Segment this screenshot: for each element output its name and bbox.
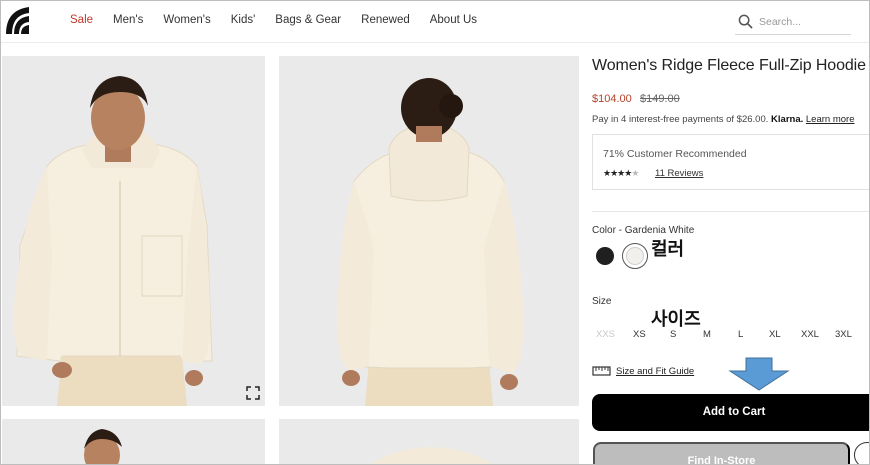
find-in-store-button[interactable]: Find In-Store bbox=[593, 442, 850, 464]
star-empty-icon: ★ bbox=[631, 168, 639, 178]
section-divider bbox=[592, 211, 869, 212]
nav-item-renewed[interactable]: Renewed bbox=[361, 14, 410, 26]
product-title: Women's Ridge Fleece Full-Zip Hoodie bbox=[592, 57, 866, 74]
size-selector: XXS XS S M L XL XXL 3XL bbox=[592, 329, 869, 343]
model-detail-illustration bbox=[2, 419, 265, 464]
main-nav: Sale Men's Women's Kids' Bags & Gear Ren… bbox=[70, 14, 497, 26]
chat-icon[interactable] bbox=[854, 442, 869, 464]
klarna-logo: Klarna. bbox=[771, 114, 804, 125]
size-option-xxl[interactable]: XXL bbox=[801, 329, 819, 340]
nav-item-kids[interactable]: Kids' bbox=[231, 14, 256, 26]
size-option-l[interactable]: L bbox=[738, 329, 743, 340]
model-front-illustration bbox=[2, 56, 265, 406]
size-option-s[interactable]: S bbox=[670, 329, 676, 340]
size-option-xxs: XXS bbox=[596, 329, 616, 340]
product-info-panel: Women's Ridge Fleece Full-Zip Hoodie $10… bbox=[591, 43, 869, 464]
nav-item-mens[interactable]: Men's bbox=[113, 14, 143, 26]
size-guide[interactable]: Size and Fit Guide bbox=[592, 365, 694, 377]
nav-item-about-us[interactable]: About Us bbox=[430, 14, 477, 26]
size-label: Size bbox=[592, 296, 612, 307]
nav-item-bags-gear[interactable]: Bags & Gear bbox=[275, 14, 341, 26]
browser-viewport: Sale Men's Women's Kids' Bags & Gear Ren… bbox=[0, 0, 870, 465]
search-input[interactable] bbox=[759, 14, 849, 30]
site-header: Sale Men's Women's Kids' Bags & Gear Ren… bbox=[1, 1, 869, 43]
sale-price: $104.00 bbox=[592, 93, 632, 105]
annotation-size: 사이즈 bbox=[651, 309, 701, 329]
nav-item-womens[interactable]: Women's bbox=[163, 14, 210, 26]
recommendation-box: 71% Customer Recommended ★★★★★ 11 Review… bbox=[592, 134, 869, 190]
annotation-color: 컬러 bbox=[651, 239, 685, 259]
product-photo-detail-2[interactable] bbox=[279, 419, 579, 464]
nav-item-sale[interactable]: Sale bbox=[70, 14, 93, 26]
size-option-xl[interactable]: XL bbox=[769, 329, 781, 340]
size-fit-guide-link[interactable]: Size and Fit Guide bbox=[616, 366, 694, 377]
model-back-illustration bbox=[279, 56, 579, 406]
search-icon[interactable] bbox=[738, 14, 753, 29]
product-photo-front[interactable] bbox=[2, 56, 265, 406]
klarna-message: Pay in 4 interest-free payments of $26.0… bbox=[592, 114, 854, 125]
brand-logo-icon[interactable] bbox=[5, 5, 31, 35]
add-to-cart-button[interactable]: Add to Cart bbox=[592, 394, 869, 431]
product-photo-back[interactable] bbox=[279, 56, 579, 406]
down-arrow-annotation-icon bbox=[728, 357, 790, 391]
expand-icon[interactable] bbox=[246, 386, 260, 400]
original-price: $149.00 bbox=[640, 93, 680, 105]
size-option-m[interactable]: M bbox=[703, 329, 711, 340]
product-gallery bbox=[1, 43, 583, 464]
reviews-link[interactable]: 11 Reviews bbox=[655, 168, 703, 179]
recommendation-text: 71% Customer Recommended bbox=[603, 148, 747, 160]
color-swatch-black[interactable] bbox=[596, 247, 614, 265]
product-photo-detail-1[interactable] bbox=[2, 419, 265, 464]
star-rating: ★★★★★ bbox=[603, 168, 639, 179]
size-option-3xl[interactable]: 3XL bbox=[835, 329, 852, 340]
hood-detail-illustration bbox=[279, 419, 579, 464]
klarna-text: Pay in 4 interest-free payments of $26.0… bbox=[592, 114, 769, 125]
search-box[interactable] bbox=[735, 11, 851, 35]
color-swatch-gardenia-white[interactable] bbox=[626, 247, 644, 265]
ruler-icon bbox=[592, 366, 611, 376]
klarna-learn-more-link[interactable]: Learn more bbox=[806, 114, 855, 125]
size-option-xs[interactable]: XS bbox=[633, 329, 646, 340]
